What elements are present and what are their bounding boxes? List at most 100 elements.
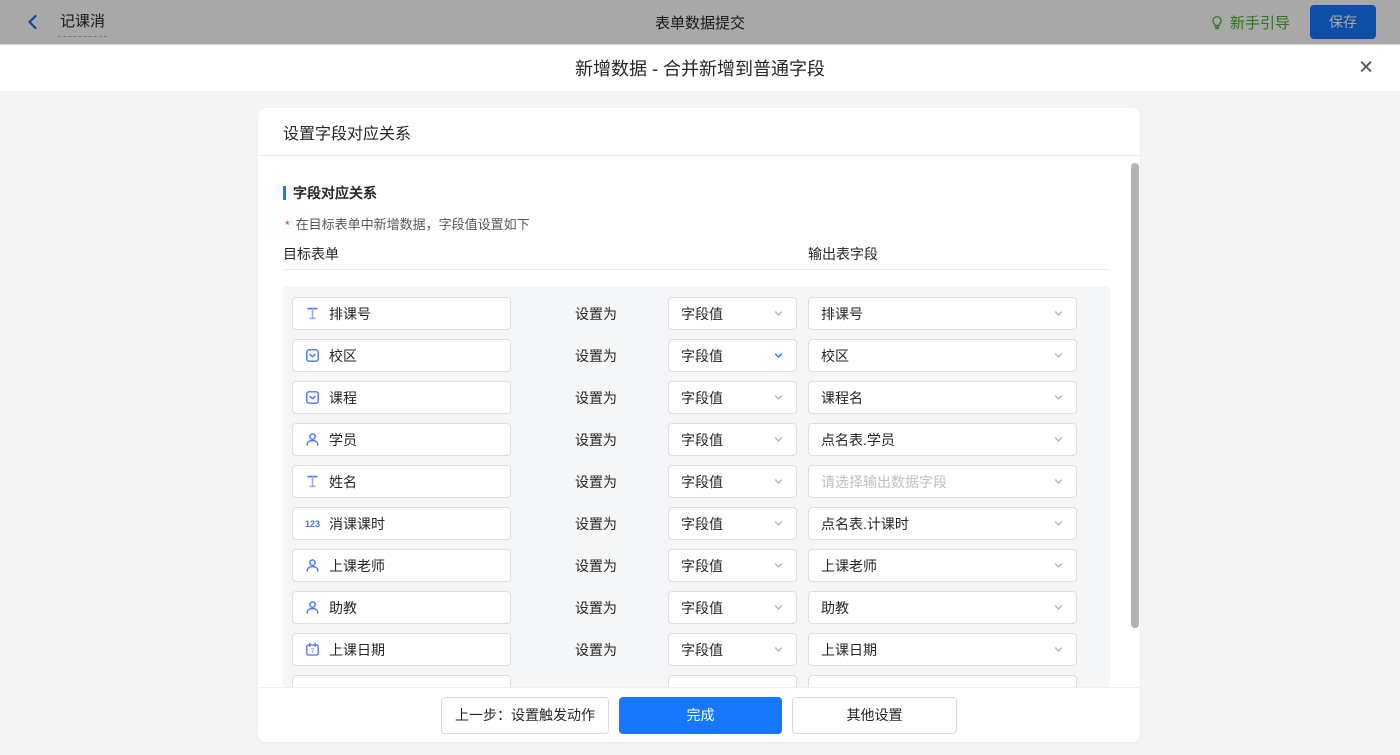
prev-step-button[interactable]: 上一步：设置触发动作 xyxy=(441,697,609,734)
chevron-down-icon xyxy=(1053,434,1064,445)
close-icon[interactable]: ✕ xyxy=(1358,59,1374,78)
set-as-label: 设置为 xyxy=(575,381,617,414)
text-field-icon xyxy=(305,474,320,489)
target-field-label: 助教 xyxy=(329,598,357,618)
person-field-icon xyxy=(305,558,320,573)
date-field-icon: 7 xyxy=(305,642,320,657)
field-mapping-row: 7 上课日期 设置为 字段值 上课日期 xyxy=(283,629,1110,671)
mapping-note: *在目标表单中新增数据，字段值设置如下 xyxy=(285,214,530,233)
chevron-down-icon xyxy=(1053,392,1064,403)
output-field-dropdown[interactable]: 请选择输出数据字段 xyxy=(808,465,1077,498)
set-as-label: 设置为 xyxy=(575,507,617,540)
done-button[interactable]: 完成 xyxy=(619,697,782,734)
value-type-dropdown[interactable]: 字段值 xyxy=(668,297,797,330)
modal-body: 设置字段对应关系 字段对应关系 *在目标表单中新增数据，字段值设置如下 目标表单… xyxy=(0,91,1400,755)
modal-dim-overlay xyxy=(0,0,1400,44)
output-field-dropdown[interactable]: 点名表.学员 xyxy=(808,423,1077,456)
chevron-down-icon xyxy=(1053,518,1064,529)
target-field-box: 课程 xyxy=(292,381,511,414)
chevron-down-icon xyxy=(1053,602,1064,613)
target-field-box: 123 消课课时 xyxy=(292,507,511,540)
select-field-icon xyxy=(305,390,320,405)
field-mapping-row xyxy=(283,671,1110,687)
target-field-box: 助教 xyxy=(292,591,511,624)
target-field-box: 学员 xyxy=(292,423,511,456)
value-type-dropdown[interactable]: 字段值 xyxy=(668,507,797,540)
field-mapping-row: 上课老师 设置为 字段值 上课老师 xyxy=(283,545,1110,587)
field-mapping-card: 设置字段对应关系 字段对应关系 *在目标表单中新增数据，字段值设置如下 目标表单… xyxy=(258,108,1140,742)
column-header-output-fields: 输出表字段 xyxy=(808,244,878,264)
field-mapping-row: 姓名 设置为 字段值 请选择输出数据字段 xyxy=(283,461,1110,503)
chevron-down-icon xyxy=(773,392,784,403)
card-header-title: 设置字段对应关系 xyxy=(258,108,1140,156)
vertical-scrollbar-thumb[interactable] xyxy=(1131,163,1139,628)
value-type-dropdown[interactable] xyxy=(668,675,797,687)
set-as-label: 设置为 xyxy=(575,465,617,498)
card-content: 字段对应关系 *在目标表单中新增数据，字段值设置如下 目标表单 输出表字段 排课… xyxy=(258,156,1140,687)
value-type-dropdown[interactable]: 字段值 xyxy=(668,549,797,582)
chevron-down-icon xyxy=(1053,350,1064,361)
value-type-dropdown[interactable]: 字段值 xyxy=(668,339,797,372)
set-as-label: 设置为 xyxy=(575,423,617,456)
chevron-down-icon xyxy=(1053,644,1064,655)
chevron-down-icon xyxy=(1053,560,1064,571)
field-mapping-row: 123 消课课时 设置为 字段值 点名表.计课时 xyxy=(283,503,1110,545)
chevron-down-icon xyxy=(773,350,784,361)
target-field-label: 校区 xyxy=(329,346,357,366)
target-field-box: 校区 xyxy=(292,339,511,372)
target-field-box: 姓名 xyxy=(292,465,511,498)
set-as-label: 设置为 xyxy=(575,297,617,330)
field-mapping-row: 助教 设置为 字段值 助教 xyxy=(283,587,1110,629)
set-as-label: 设置为 xyxy=(575,591,617,624)
card-footer: 上一步：设置触发动作 完成 其他设置 xyxy=(258,687,1140,742)
target-field-label: 消课课时 xyxy=(329,514,385,534)
required-mark: * xyxy=(285,218,290,232)
output-field-dropdown[interactable]: 点名表.计课时 xyxy=(808,507,1077,540)
value-type-dropdown[interactable]: 字段值 xyxy=(668,591,797,624)
modal-header: 新增数据 - 合并新增到普通字段 ✕ xyxy=(0,45,1400,91)
target-field-label: 课程 xyxy=(329,388,357,408)
chevron-down-icon xyxy=(773,644,784,655)
target-field-label: 姓名 xyxy=(329,472,357,492)
target-field-label: 上课老师 xyxy=(329,556,385,576)
output-field-dropdown[interactable]: 上课日期 xyxy=(808,633,1077,666)
chevron-down-icon xyxy=(773,560,784,571)
output-field-dropdown[interactable]: 上课老师 xyxy=(808,549,1077,582)
target-field-box: 7 上课日期 xyxy=(292,633,511,666)
add-data-modal: 新增数据 - 合并新增到普通字段 ✕ 设置字段对应关系 字段对应关系 *在目标表… xyxy=(0,45,1400,755)
modal-title: 新增数据 - 合并新增到普通字段 xyxy=(575,55,825,81)
section-accent-bar xyxy=(283,186,286,200)
person-field-icon xyxy=(305,600,320,615)
top-toolbar: 记课消 表单数据提交 新手引导 保存 xyxy=(0,0,1400,45)
value-type-dropdown[interactable]: 字段值 xyxy=(668,381,797,414)
field-mapping-row: 校区 设置为 字段值 校区 xyxy=(283,335,1110,377)
chevron-down-icon xyxy=(773,476,784,487)
output-field-dropdown[interactable] xyxy=(808,675,1077,687)
value-type-dropdown[interactable]: 字段值 xyxy=(668,423,797,456)
page: 记课消 表单数据提交 新手引导 保存 新 xyxy=(0,0,1400,755)
select-field-icon xyxy=(305,348,320,363)
output-field-dropdown[interactable]: 助教 xyxy=(808,591,1077,624)
header-divider xyxy=(283,269,1110,270)
chevron-down-icon xyxy=(773,602,784,613)
field-mapping-row: 学员 设置为 字段值 点名表.学员 xyxy=(283,419,1110,461)
output-field-dropdown[interactable]: 课程名 xyxy=(808,381,1077,414)
field-mapping-row: 排课号 设置为 字段值 排课号 xyxy=(283,293,1110,335)
text-field-icon xyxy=(305,306,320,321)
target-field-box: 排课号 xyxy=(292,297,511,330)
section-title: 字段对应关系 xyxy=(283,183,377,203)
set-as-label: 设置为 xyxy=(575,549,617,582)
other-settings-button[interactable]: 其他设置 xyxy=(792,697,957,734)
chevron-down-icon xyxy=(773,518,784,529)
target-field-box xyxy=(292,675,511,687)
chevron-down-icon xyxy=(773,434,784,445)
output-field-dropdown[interactable]: 排课号 xyxy=(808,297,1077,330)
column-header-target-form: 目标表单 xyxy=(283,244,339,264)
set-as-label: 设置为 xyxy=(575,339,617,372)
chevron-down-icon xyxy=(1053,308,1064,319)
value-type-dropdown[interactable]: 字段值 xyxy=(668,465,797,498)
output-field-dropdown[interactable]: 校区 xyxy=(808,339,1077,372)
target-field-label: 排课号 xyxy=(329,304,371,324)
value-type-dropdown[interactable]: 字段值 xyxy=(668,633,797,666)
field-mapping-row: 课程 设置为 字段值 课程名 xyxy=(283,377,1110,419)
